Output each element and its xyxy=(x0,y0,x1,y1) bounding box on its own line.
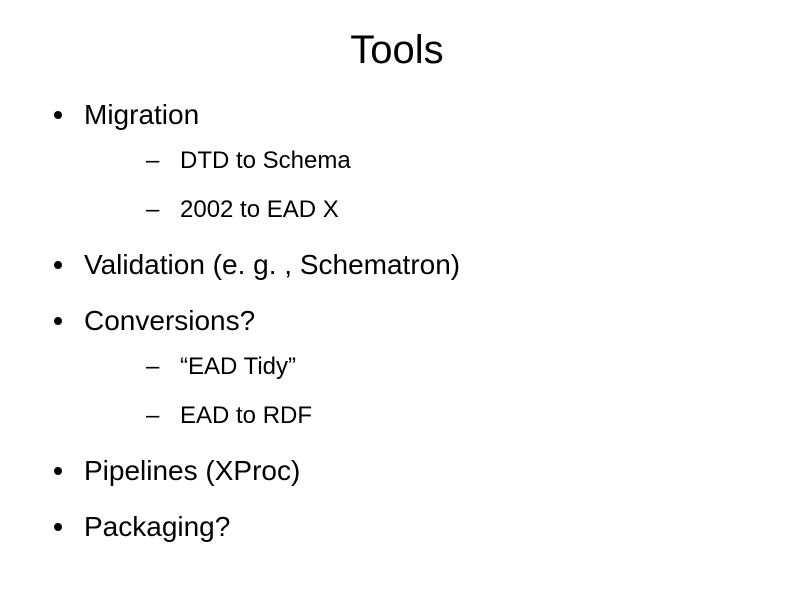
bullet-text: Migration xyxy=(84,99,199,130)
bullet-text: Conversions? xyxy=(84,305,255,336)
sub-bullet-item: EAD to RDF xyxy=(146,402,754,431)
sub-bullet-text: “EAD Tidy” xyxy=(180,353,296,380)
bullet-item: Conversions? “EAD Tidy” EAD to RDF xyxy=(50,305,754,431)
bullet-text: Packaging? xyxy=(84,511,230,542)
bullet-item: Migration DTD to Schema 2002 to EAD X xyxy=(50,99,754,225)
sub-bullet-text: DTD to Schema xyxy=(180,147,351,174)
bullet-item: Validation (e. g. , Schematron) xyxy=(50,249,754,281)
bullet-text: Validation (e. g. , Schematron) xyxy=(84,249,460,280)
sub-bullet-item: DTD to Schema xyxy=(146,147,754,176)
sub-bullet-item: “EAD Tidy” xyxy=(146,353,754,382)
sub-bullet-text: 2002 to EAD X xyxy=(180,196,339,223)
slide-title: Tools xyxy=(40,28,754,73)
bullet-text: Pipelines (XProc) xyxy=(84,455,300,486)
bullet-list: Migration DTD to Schema 2002 to EAD X Va… xyxy=(40,99,754,543)
sub-bullet-item: 2002 to EAD X xyxy=(146,196,754,225)
sub-bullet-list: DTD to Schema 2002 to EAD X xyxy=(84,147,754,225)
slide: Tools Migration DTD to Schema 2002 to EA… xyxy=(0,0,794,595)
sub-bullet-text: EAD to RDF xyxy=(180,402,312,429)
bullet-item: Packaging? xyxy=(50,511,754,543)
bullet-item: Pipelines (XProc) xyxy=(50,455,754,487)
sub-bullet-list: “EAD Tidy” EAD to RDF xyxy=(84,353,754,431)
